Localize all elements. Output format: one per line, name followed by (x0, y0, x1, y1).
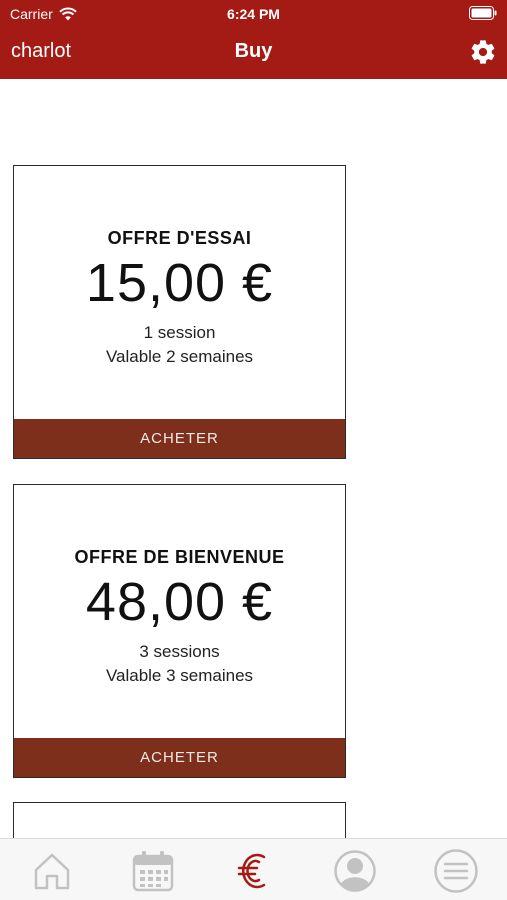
tab-calendar[interactable] (129, 847, 177, 895)
home-icon (34, 853, 70, 890)
tab-buy[interactable] (229, 847, 277, 895)
gear-icon[interactable] (469, 38, 497, 66)
calendar-icon (132, 851, 174, 892)
profile-icon (334, 850, 376, 892)
offer-sessions: 1 session (143, 323, 216, 342)
offer-card: OFFRE D'ESSAI 15,00 € 1 session Valable … (13, 165, 346, 459)
app-header: Carrier 6:24 PM charlot Buy (0, 0, 507, 79)
offer-title: OFFRE D'ESSAI (107, 228, 252, 248)
offer-sessions: 3 sessions (139, 642, 220, 661)
tab-home[interactable] (28, 847, 76, 895)
menu-icon (434, 849, 478, 893)
offer-price: 15,00 € (85, 253, 274, 313)
offer-validity: Valable 2 semaines (105, 347, 254, 366)
tab-bar (0, 838, 507, 900)
status-time: 6:24 PM (227, 6, 280, 22)
tab-menu[interactable] (432, 847, 480, 895)
buy-button[interactable]: ACHETER (14, 738, 345, 777)
offer-title: OFFRE DE BIENVENUE (74, 547, 285, 567)
offer-validity: Valable 3 semaines (105, 666, 254, 685)
offer-card: OFFRE DE BIENVENUE 48,00 € 3 sessions Va… (13, 484, 346, 778)
nav-bar: charlot Buy (0, 30, 507, 76)
account-name[interactable]: charlot (11, 40, 71, 63)
battery-icon (469, 6, 497, 20)
euro-icon (237, 853, 266, 889)
status-bar: Carrier 6:24 PM (0, 0, 507, 28)
page-title: Buy (234, 40, 273, 62)
buy-button[interactable]: ACHETER (14, 419, 345, 458)
offer-price: 48,00 € (85, 572, 274, 632)
buy-screen: Carrier 6:24 PM charlot Buy OFFRE D'ESSA… (0, 0, 507, 900)
tab-profile[interactable] (331, 847, 379, 895)
